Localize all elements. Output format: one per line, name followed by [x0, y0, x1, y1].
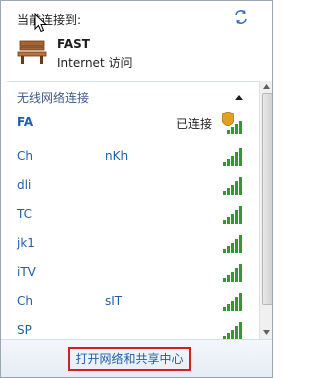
current-connection-label: 当前连接到: [17, 13, 82, 27]
wireless-network-list: 无线网络连接 FA 已连接 Ch nKh dli TC jk1 iTV Ch s… [1, 82, 259, 340]
signal-strength-icon [223, 293, 242, 311]
signal-strength-icon [223, 235, 242, 253]
signal-strength-icon [223, 177, 242, 195]
signal-strength-icon [223, 322, 242, 340]
collapse-chevron-icon[interactable] [235, 94, 243, 100]
mouse-cursor-icon [34, 13, 48, 33]
bench-network-icon [17, 40, 47, 64]
refresh-icon[interactable] [233, 9, 249, 25]
wireless-section-header[interactable]: 无线网络连接 [1, 86, 259, 106]
network-row[interactable]: jk1 [1, 231, 259, 257]
current-network-access: Internet 访问 [57, 56, 133, 70]
section-title: 无线网络连接 [17, 91, 90, 105]
network-row[interactable]: TC [1, 202, 259, 228]
network-row[interactable]: Ch nKh [1, 144, 259, 170]
network-status: 已连接 [176, 117, 213, 131]
signal-strength-icon [223, 206, 242, 224]
network-name: dli [17, 178, 32, 192]
signal-strength-icon [223, 264, 242, 282]
network-popup: 当前连接到: FAST Internet 访问 无线网络连接 FA 已连接 Ch… [0, 0, 273, 378]
network-name: SP [17, 323, 92, 337]
network-name: FA [17, 115, 34, 129]
scroll-down-arrow-icon[interactable] [263, 330, 270, 335]
network-row[interactable]: Ch sIT [1, 289, 259, 315]
network-name: iTV [17, 265, 36, 279]
network-row[interactable]: SP [1, 318, 259, 340]
scroll-up-arrow-icon[interactable] [263, 84, 270, 89]
network-row-connected[interactable]: FA 已连接 [1, 110, 259, 136]
network-row[interactable]: dli [1, 173, 259, 199]
open-network-sharing-center-link[interactable]: 打开网络和共享中心 [68, 347, 191, 371]
current-network-name: FAST [57, 37, 90, 51]
network-name: Ch sIT [17, 294, 123, 308]
network-row[interactable]: iTV [1, 260, 259, 286]
signal-strength-icon [227, 121, 242, 134]
scroll-thumb[interactable] [262, 93, 272, 305]
signal-strength-icon [223, 148, 242, 166]
network-name: TC [17, 207, 33, 221]
network-name: jk1 [17, 236, 35, 250]
network-name: Ch nKh [17, 149, 129, 163]
scrollbar[interactable] [259, 81, 272, 339]
footer-bar: 打开网络和共享中心 [1, 339, 272, 377]
current-connection-panel: 当前连接到: FAST Internet 访问 [1, 1, 272, 81]
